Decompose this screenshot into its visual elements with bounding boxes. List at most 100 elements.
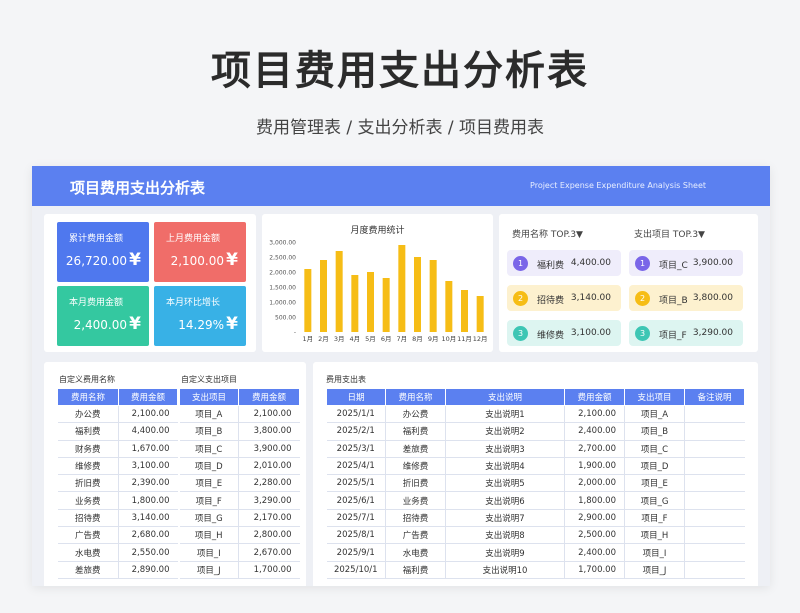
bar-7月[interactable] [398,245,406,332]
table-cell[interactable]: 项目_D [624,457,685,476]
table-cell[interactable]: 2,390.00 [118,474,178,493]
table-row[interactable]: 项目_J 1,700.00 [179,561,300,579]
bar-11月[interactable] [461,290,468,332]
project-top-item[interactable]: 1 项目_C 3,900.00 [629,250,743,276]
table-row[interactable]: 业务费 1,800.00 [57,491,178,510]
table-cell[interactable]: 招待费 [57,509,119,528]
column-header[interactable]: 支出项目 [624,388,685,406]
bar-6月[interactable] [382,278,390,332]
table-cell[interactable]: 项目_I [179,543,239,562]
table-row[interactable]: 水电费 2,550.00 [57,543,178,562]
table-cell[interactable]: 2,100.00 [238,405,300,424]
column-header[interactable]: 费用名称 [57,388,119,406]
table-cell[interactable]: 2025/6/1 [326,491,386,510]
table-cell[interactable]: 2,500.00 [564,526,625,545]
table-cell[interactable]: 支出说明4 [445,457,565,476]
table-row[interactable]: 项目_H 2,800.00 [179,526,300,545]
table-cell[interactable]: 支出说明8 [445,526,565,545]
table-row[interactable]: 项目_I 2,670.00 [179,543,300,562]
table-cell[interactable]: 支出说明6 [445,491,565,510]
table-row[interactable]: 办公费 2,100.00 [57,405,178,424]
table-cell[interactable]: 项目_H [624,526,685,545]
table-cell[interactable]: 维修费 [57,457,119,476]
table-row[interactable]: 招待费 3,140.00 [57,509,178,528]
column-header[interactable]: 支出项目 [179,388,239,406]
table-row[interactable]: 项目_C 3,900.00 [179,440,300,458]
table-cell[interactable]: 办公费 [57,405,119,424]
table-cell[interactable]: 4,400.00 [118,422,178,441]
table-cell[interactable]: 2025/4/1 [326,457,386,476]
column-header[interactable]: 支出说明 [445,388,565,406]
table-cell[interactable] [684,543,745,562]
table-row[interactable]: 项目_E 2,280.00 [179,474,300,493]
table-cell[interactable]: 福利费 [385,561,446,579]
table-cell[interactable]: 2,800.00 [238,526,300,545]
table-cell[interactable] [684,526,745,545]
fee-top3-header[interactable]: 费用名称 TOP.3▼ [512,227,583,240]
table-cell[interactable]: 2025/1/1 [326,405,386,424]
table-row[interactable]: 财务费 1,670.00 [57,440,178,458]
column-header[interactable]: 费用金额 [238,388,300,406]
project-top-item[interactable]: 3 项目_F 3,290.00 [629,320,743,346]
table-cell[interactable]: 支出说明9 [445,543,565,562]
table-cell[interactable]: 支出说明10 [445,561,565,579]
table-cell[interactable]: 1,800.00 [118,491,178,510]
table-cell[interactable]: 2,700.00 [564,440,625,458]
table-cell[interactable] [684,561,745,579]
table-cell[interactable]: 2,100.00 [118,405,178,424]
table-row[interactable]: 2025/8/1 广告费 支出说明8 2,500.00 项目_H [326,526,745,545]
table-row[interactable]: 2025/9/1 水电费 支出说明9 2,400.00 项目_I [326,543,745,562]
table-cell[interactable]: 2,890.00 [118,561,178,579]
bar-2月[interactable] [320,260,327,332]
table-cell[interactable]: 2025/8/1 [326,526,386,545]
kpi-card-total[interactable]: 累计费用金额 26,720.00 ¥ [57,222,149,282]
bar-9月[interactable] [429,260,437,332]
bar-8月[interactable] [414,257,421,332]
table-cell[interactable]: 支出说明2 [445,422,565,441]
table-cell[interactable]: 2025/2/1 [326,422,386,441]
table-cell[interactable]: 水电费 [385,543,446,562]
table-cell[interactable]: 3,800.00 [238,422,300,441]
table-row[interactable]: 折旧费 2,390.00 [57,474,178,493]
table-cell[interactable]: 1,670.00 [118,440,178,458]
column-header[interactable]: 日期 [326,388,386,406]
table-row[interactable]: 2025/7/1 招待费 支出说明7 2,900.00 项目_F [326,509,745,528]
table-row[interactable]: 广告费 2,680.00 [57,526,178,545]
table-cell[interactable]: 项目_J [179,561,239,579]
table-cell[interactable]: 业务费 [57,491,119,510]
table-cell[interactable]: 项目_E [624,474,685,493]
table-cell[interactable]: 项目_C [624,440,685,458]
table-cell[interactable] [684,474,745,493]
table-cell[interactable]: 办公费 [385,405,446,424]
table-cell[interactable]: 支出说明3 [445,440,565,458]
table-cell[interactable]: 2,400.00 [564,422,625,441]
table-cell[interactable]: 2025/9/1 [326,543,386,562]
table-row[interactable]: 福利费 4,400.00 [57,422,178,441]
table-cell[interactable]: 项目_H [179,526,239,545]
table-cell[interactable]: 2025/10/1 [326,561,386,579]
table-row[interactable]: 2025/3/1 差旅费 支出说明3 2,700.00 项目_C [326,440,745,458]
table-cell[interactable]: 支出说明7 [445,509,565,528]
table-cell[interactable]: 项目_G [624,491,685,510]
bar-4月[interactable] [351,275,359,332]
fee-top-item[interactable]: 3 维修费 3,100.00 [507,320,621,346]
table-cell[interactable]: 差旅费 [57,561,119,579]
table-cell[interactable]: 福利费 [385,422,446,441]
table-cell[interactable]: 3,100.00 [118,457,178,476]
table-row[interactable]: 项目_F 3,290.00 [179,491,300,510]
table-cell[interactable]: 2,000.00 [564,474,625,493]
fee-top-item[interactable]: 1 福利费 4,400.00 [507,250,621,276]
table-cell[interactable]: 福利费 [57,422,119,441]
table-row[interactable]: 项目_A 2,100.00 [179,405,300,424]
table-cell[interactable]: 2,010.00 [238,457,300,476]
table-cell[interactable]: 广告费 [385,526,446,545]
table-cell[interactable]: 3,140.00 [118,509,178,528]
table-cell[interactable]: 2,170.00 [238,509,300,528]
table-cell[interactable]: 维修费 [385,457,446,476]
bar-1月[interactable] [304,269,312,332]
table-cell[interactable]: 支出说明1 [445,405,565,424]
kpi-card-mom-growth[interactable]: 本月环比增长 14.29% ¥ [154,286,246,346]
table-cell[interactable]: 2025/5/1 [326,474,386,493]
kpi-card-this-month[interactable]: 本月费用金额 2,400.00 ¥ [57,286,149,346]
table-cell[interactable]: 1,900.00 [564,457,625,476]
